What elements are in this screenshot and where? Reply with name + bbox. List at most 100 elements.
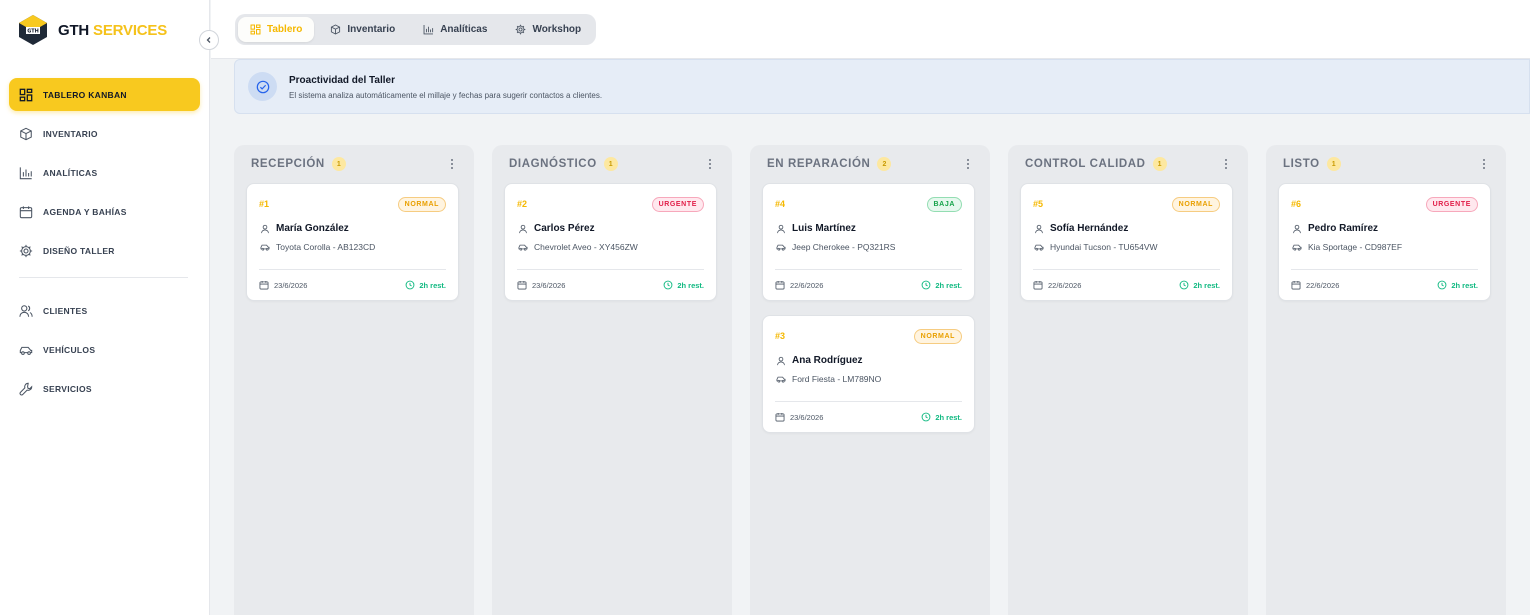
- client-name-text: Ana Rodríguez: [792, 355, 863, 366]
- card-divider: [775, 401, 962, 402]
- time-remaining: 2h rest.: [405, 280, 446, 290]
- vehicle-info-text: Toyota Corolla - AB123CD: [276, 242, 376, 252]
- sidebar: GTH GTH SERVICES TABLERO KANBAN INVENTAR…: [0, 0, 210, 615]
- work-order-card[interactable]: #2 URGENTE Carlos Pérez Chevrolet Aveo - XY…: [504, 183, 717, 301]
- column-header: LISTO 1: [1283, 157, 1341, 171]
- sidebar-item-tablero-kanban[interactable]: TABLERO KANBAN: [9, 78, 200, 111]
- work-order-card[interactable]: #4 BAJA Luis Martínez Jeep Cherokee - PQ321…: [762, 183, 975, 301]
- more-vertical-icon: [451, 159, 453, 169]
- card-divider: [259, 269, 446, 270]
- car-icon: [776, 376, 786, 383]
- time-remaining-text: 2h rest.: [935, 280, 962, 290]
- bar-chart-icon: [423, 25, 434, 35]
- calendar-icon: [1291, 280, 1301, 290]
- client-name-text: Pedro Ramírez: [1308, 223, 1379, 234]
- calendar-icon: [775, 412, 785, 422]
- gear-icon: [19, 244, 33, 257]
- car-icon: [1034, 244, 1044, 251]
- gear-icon: [516, 24, 526, 35]
- kanban-column: EN REPARACIÓN 2 #4 BAJA Luis Martínez Jeep Ch…: [750, 145, 990, 615]
- vehicle-info: Hyundai Tucson - TU654VW: [1034, 242, 1158, 252]
- card-date: 22/6/2026: [1033, 280, 1081, 290]
- card-id: #3: [775, 331, 786, 341]
- clock-icon: [663, 280, 673, 290]
- client-name: Sofía Hernández: [1034, 223, 1128, 234]
- sidebar-item-inventario[interactable]: INVENTARIO: [9, 117, 200, 150]
- car-icon: [1292, 244, 1302, 251]
- sidebar-item-label: ANALÍTICAS: [43, 167, 98, 178]
- sidebar-collapse-button[interactable]: [199, 30, 219, 50]
- column-menu-button[interactable]: [1224, 157, 1228, 175]
- column-header: DIAGNÓSTICO 1: [509, 157, 618, 171]
- user-icon: [777, 356, 785, 365]
- time-remaining: 2h rest.: [1437, 280, 1478, 290]
- clock-icon: [1179, 280, 1189, 290]
- brand[interactable]: GTH GTH SERVICES: [18, 14, 167, 46]
- vehicle-info-text: Kia Sportage - CD987EF: [1308, 242, 1403, 252]
- time-remaining-text: 2h rest.: [677, 280, 704, 290]
- time-remaining: 2h rest.: [921, 280, 962, 290]
- client-name-text: Carlos Pérez: [534, 223, 595, 234]
- card-date-text: 22/6/2026: [790, 280, 824, 290]
- column-menu-button[interactable]: [450, 157, 454, 175]
- sidebar-item-agenda[interactable]: AGENDA Y BAHÍAS: [9, 195, 200, 228]
- time-remaining-text: 2h rest.: [935, 412, 962, 422]
- work-order-card[interactable]: #5 NORMAL Sofía Hernández Hyundai Tucson - …: [1020, 183, 1233, 301]
- calendar-icon: [1033, 280, 1043, 290]
- card-id: #5: [1033, 199, 1044, 209]
- column-menu-button[interactable]: [708, 157, 712, 175]
- sidebar-item-clientes[interactable]: CLIENTES: [9, 294, 200, 327]
- wrench-icon: [19, 382, 33, 395]
- sidebar-item-analiticas[interactable]: ANALÍTICAS: [9, 156, 200, 189]
- box-icon: [20, 127, 32, 140]
- vehicle-info: Jeep Cherokee - PQ321RS: [776, 242, 895, 252]
- car-icon: [776, 244, 786, 251]
- card-date: 22/6/2026: [775, 280, 823, 290]
- card-divider: [775, 269, 962, 270]
- column-header: CONTROL CALIDAD 1: [1025, 157, 1167, 171]
- card-divider: [517, 269, 704, 270]
- car-icon: [19, 346, 33, 355]
- vehicle-info: Toyota Corolla - AB123CD: [260, 242, 375, 252]
- vehicle-info-text: Chevrolet Aveo - XY456ZW: [534, 242, 638, 252]
- chevron-left-icon: [206, 37, 211, 43]
- clock-icon: [405, 280, 415, 290]
- tab-analiticas[interactable]: Analíticas: [411, 17, 499, 42]
- sidebar-item-servicios[interactable]: SERVICIOS: [9, 372, 200, 405]
- tab-workshop[interactable]: Workshop: [503, 17, 593, 42]
- column-count-badge: 2: [877, 157, 892, 171]
- sidebar-item-vehiculos[interactable]: VEHÍCULOS: [9, 333, 200, 366]
- svg-text:GTH: GTH: [27, 29, 39, 35]
- time-remaining-text: 2h rest.: [419, 280, 446, 290]
- tab-label: Tablero: [267, 24, 303, 35]
- client-name-text: María González: [276, 223, 349, 234]
- column-title: RECEPCIÓN: [251, 158, 325, 170]
- proactivity-banner: Proactividad del Taller El sistema anali…: [234, 59, 1530, 114]
- card-date-text: 23/6/2026: [274, 280, 308, 290]
- tab-tablero[interactable]: Tablero: [238, 17, 315, 42]
- tab-inventario[interactable]: Inventario: [318, 17, 407, 42]
- top-bar: Tablero Inventario Analíticas Workshop: [211, 0, 1530, 59]
- sidebar-item-diseno-taller[interactable]: DISEÑO TALLER: [9, 234, 200, 267]
- column-menu-button[interactable]: [966, 157, 970, 175]
- kanban-column: LISTO 1 #6 URGENTE Pedro Ramírez Kia Sportage…: [1266, 145, 1506, 615]
- work-order-card[interactable]: #3 NORMAL Ana Rodríguez Ford Fiesta - LM789…: [762, 315, 975, 433]
- card-date: 23/6/2026: [517, 280, 565, 290]
- card-date: 23/6/2026: [775, 412, 823, 422]
- vehicle-info: Kia Sportage - CD987EF: [1292, 242, 1402, 252]
- layout-grid-icon: [19, 88, 33, 101]
- time-remaining-text: 2h rest.: [1451, 280, 1478, 290]
- column-menu-button[interactable]: [1482, 157, 1486, 175]
- work-order-card[interactable]: #1 NORMAL María González Toyota Corolla - A…: [246, 183, 459, 301]
- client-name: María González: [260, 223, 349, 234]
- column-title: EN REPARACIÓN: [767, 158, 871, 170]
- client-name: Luis Martínez: [776, 223, 856, 234]
- brand-logo-icon: GTH: [19, 15, 47, 45]
- user-icon: [1293, 224, 1301, 233]
- work-order-card[interactable]: #6 URGENTE Pedro Ramírez Kia Sportage - CD9…: [1278, 183, 1491, 301]
- more-vertical-icon: [1483, 159, 1485, 169]
- brand-name: GTH SERVICES: [58, 22, 167, 39]
- priority-badge: NORMAL: [913, 329, 962, 344]
- card-divider: [1033, 269, 1220, 270]
- card-date: 22/6/2026: [1291, 280, 1339, 290]
